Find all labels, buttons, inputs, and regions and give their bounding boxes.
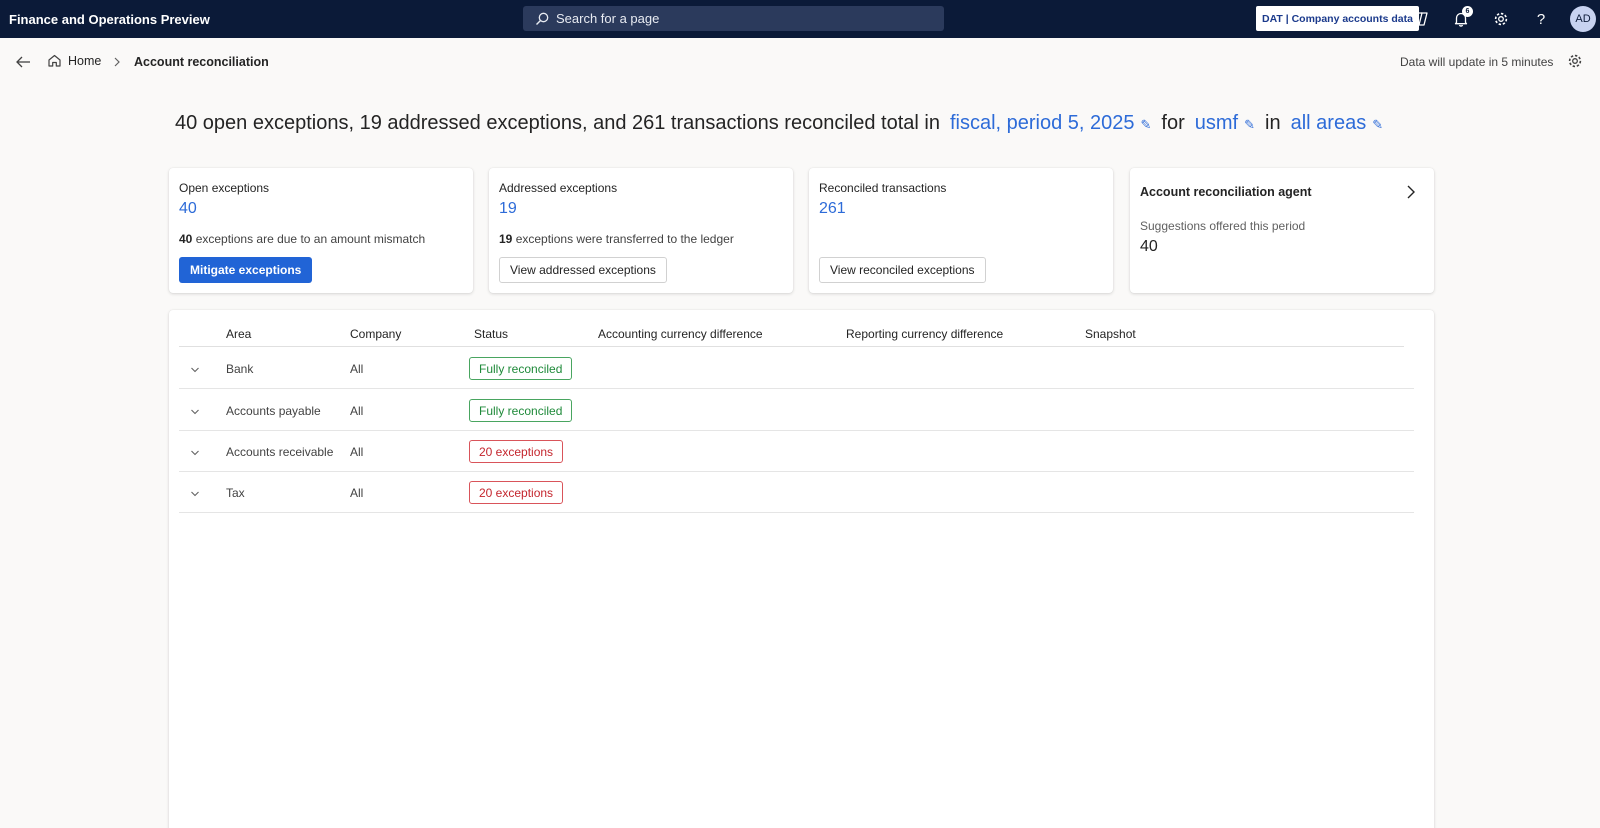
search-icon bbox=[536, 12, 549, 25]
status-badge[interactable]: 20 exceptions bbox=[469, 440, 564, 463]
addressed-exceptions-count[interactable]: 19 bbox=[499, 200, 517, 218]
areas-filter-label: all areas bbox=[1290, 112, 1367, 134]
breadcrumb-current: Account reconciliation bbox=[134, 55, 269, 69]
table-header: Area Company Status Accounting currency … bbox=[179, 310, 1404, 347]
areas-filter-link[interactable]: all areas ✎ bbox=[1291, 112, 1384, 135]
desc-text: exceptions were transferred to the ledge… bbox=[515, 232, 734, 246]
area-cell: Accounts receivable bbox=[226, 445, 334, 459]
company-filter-link[interactable]: usmf ✎ bbox=[1195, 112, 1255, 135]
chevron-right-icon bbox=[112, 55, 122, 73]
company-cell: All bbox=[350, 486, 364, 500]
desc-text: exceptions are due to an amount mismatch bbox=[195, 232, 426, 246]
column-header[interactable]: Accounting currency difference bbox=[598, 327, 763, 341]
page-headline: 40 open exceptions, 19 addressed excepti… bbox=[175, 112, 1383, 135]
company-chip[interactable]: DAT | Company accounts data bbox=[1256, 6, 1419, 31]
status-badge[interactable]: Fully reconciled bbox=[469, 399, 573, 422]
reconciliation-agent-card[interactable]: Account reconciliation agent Suggestions… bbox=[1130, 168, 1434, 293]
company-cell: All bbox=[350, 445, 364, 459]
desc-count: 40 bbox=[179, 232, 193, 246]
reconciled-transactions-card: Reconciled transactions 261 View reconci… bbox=[809, 168, 1113, 293]
column-header[interactable]: Reporting currency difference bbox=[846, 327, 1003, 341]
notifications-icon[interactable]: 6 bbox=[1451, 6, 1473, 29]
reconciled-transactions-count[interactable]: 261 bbox=[819, 200, 846, 218]
area-cell: Accounts payable bbox=[226, 404, 321, 418]
card-title: Addressed exceptions bbox=[499, 181, 618, 195]
table-row[interactable]: Bank All Fully reconciled bbox=[179, 348, 1414, 389]
table-row[interactable]: Accounts receivable All 20 exceptions bbox=[179, 431, 1414, 472]
mitigate-exceptions-button[interactable]: Mitigate exceptions bbox=[179, 257, 313, 283]
headline-for: for bbox=[1161, 112, 1185, 134]
edit-pencil-icon[interactable]: ✎ bbox=[1141, 117, 1152, 133]
company-filter-label: usmf bbox=[1194, 112, 1239, 134]
app-title[interactable]: Finance and Operations Preview bbox=[9, 12, 210, 27]
gear-icon[interactable] bbox=[1491, 9, 1511, 29]
view-reconciled-exceptions-button[interactable]: View reconciled exceptions bbox=[819, 257, 986, 283]
company-cell: All bbox=[350, 404, 364, 418]
chevron-down-icon[interactable] bbox=[190, 446, 200, 460]
search-input[interactable]: Search for a page bbox=[523, 6, 944, 31]
breadcrumb-home[interactable]: Home bbox=[47, 53, 101, 68]
status-badge[interactable]: 20 exceptions bbox=[469, 481, 564, 504]
card-title: Reconciled transactions bbox=[819, 181, 947, 195]
column-header[interactable]: Snapshot bbox=[1085, 327, 1136, 341]
card-description: 19 exceptions were transferred to the le… bbox=[499, 232, 734, 246]
headline-in: in bbox=[1265, 112, 1281, 134]
company-cell: All bbox=[350, 362, 364, 376]
agent-suggestions-count: 40 bbox=[1140, 238, 1158, 255]
period-filter-link[interactable]: fiscal, period 5, 2025 ✎ bbox=[950, 112, 1151, 135]
area-cell: Tax bbox=[226, 486, 245, 500]
chevron-right-icon[interactable] bbox=[1406, 184, 1416, 205]
desc-count: 19 bbox=[499, 232, 513, 246]
table-row[interactable]: Tax All 20 exceptions bbox=[179, 472, 1414, 513]
edit-pencil-icon[interactable]: ✎ bbox=[1372, 117, 1383, 133]
area-cell: Bank bbox=[226, 362, 254, 376]
chevron-down-icon[interactable] bbox=[190, 405, 200, 419]
agent-subtitle: Suggestions offered this period bbox=[1140, 219, 1306, 233]
search-placeholder: Search for a page bbox=[556, 11, 660, 26]
column-header[interactable]: Area bbox=[226, 327, 251, 341]
addressed-exceptions-card: Addressed exceptions 19 19 exceptions we… bbox=[489, 168, 793, 293]
help-icon[interactable]: ? bbox=[1531, 9, 1551, 29]
agent-title: Account reconciliation agent bbox=[1140, 185, 1312, 199]
update-notice: Data will update in 5 minutes bbox=[1400, 55, 1554, 69]
column-header[interactable]: Status bbox=[474, 327, 508, 341]
table-row[interactable]: Accounts payable All Fully reconciled bbox=[179, 390, 1414, 431]
chevron-down-icon[interactable] bbox=[190, 487, 200, 501]
card-title: Open exceptions bbox=[179, 181, 270, 195]
period-filter-label: fiscal, period 5, 2025 bbox=[949, 112, 1135, 134]
open-exceptions-count[interactable]: 40 bbox=[179, 200, 197, 218]
page-settings-icon[interactable] bbox=[1567, 53, 1583, 74]
chevron-down-icon[interactable] bbox=[190, 363, 200, 377]
breadcrumb-home-label: Home bbox=[68, 53, 102, 68]
open-exceptions-card: Open exceptions 40 40 exceptions are due… bbox=[169, 168, 473, 293]
card-description: 40 exceptions are due to an amount misma… bbox=[179, 232, 425, 246]
reconciliation-table: Area Company Status Accounting currency … bbox=[169, 310, 1434, 828]
back-arrow-icon[interactable] bbox=[14, 53, 32, 71]
copilot-icon[interactable] bbox=[1410, 9, 1430, 29]
home-icon bbox=[48, 54, 61, 67]
view-addressed-exceptions-button[interactable]: View addressed exceptions bbox=[499, 257, 667, 283]
notification-badge: 6 bbox=[1462, 6, 1473, 17]
edit-pencil-icon[interactable]: ✎ bbox=[1244, 117, 1255, 133]
headline-summary: 40 open exceptions, 19 addressed excepti… bbox=[175, 112, 940, 134]
status-badge[interactable]: Fully reconciled bbox=[469, 357, 573, 380]
column-header[interactable]: Company bbox=[350, 327, 401, 341]
avatar[interactable]: AD bbox=[1570, 6, 1596, 32]
